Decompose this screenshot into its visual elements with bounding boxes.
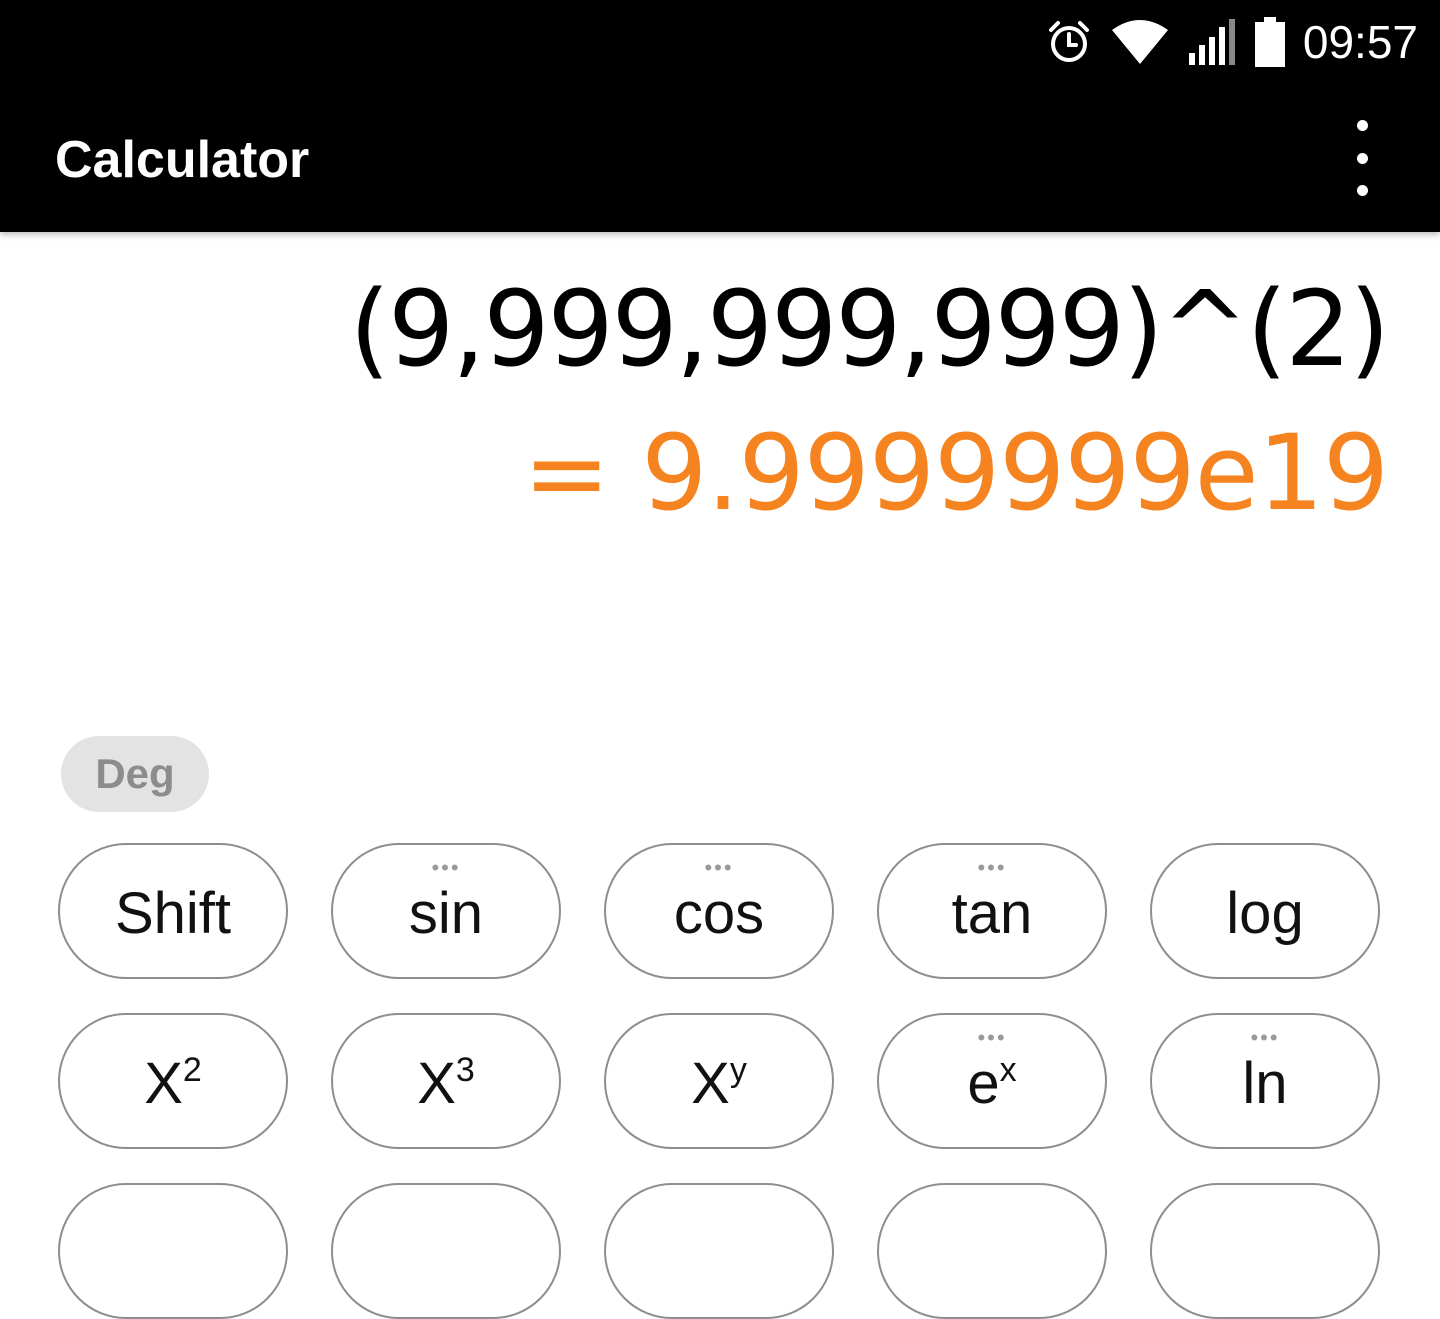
key-label: X3: [417, 1050, 475, 1117]
key-base: X: [417, 1050, 456, 1116]
signal-icon: [1188, 19, 1235, 65]
key-base: X: [691, 1050, 730, 1116]
log-button[interactable]: log: [1150, 843, 1380, 979]
menu-dot: [1356, 120, 1368, 131]
wifi-icon: [1111, 20, 1168, 64]
angle-mode-toggle[interactable]: Deg: [61, 736, 209, 812]
key-label: Xy: [691, 1050, 747, 1117]
key-label: Shift: [114, 880, 232, 946]
calculator-display: (9,999,999,999)^(2) = 9.9999999e19: [0, 232, 1440, 712]
keypad-button[interactable]: [58, 1183, 288, 1319]
key-superscript: x: [999, 1050, 1017, 1089]
more-functions-indicator: •••: [431, 855, 461, 880]
key-base: e: [967, 1050, 1000, 1116]
exp-button[interactable]: ••• ex: [877, 1013, 1107, 1149]
key-label: ln: [1242, 1050, 1287, 1117]
status-time: 09:57: [1302, 16, 1418, 68]
key-label: log: [1226, 880, 1304, 946]
shift-button[interactable]: Shift: [58, 843, 288, 979]
key-label: cos: [673, 880, 765, 946]
app-title: Calculator: [55, 131, 310, 189]
app-bar: Calculator: [0, 88, 1440, 232]
more-functions-indicator: •••: [704, 855, 734, 880]
more-functions-indicator: •••: [977, 855, 1007, 880]
keypad-button[interactable]: [877, 1183, 1107, 1319]
expression-display[interactable]: (9,999,999,999)^(2): [350, 268, 1390, 390]
keypad-button[interactable]: [604, 1183, 834, 1319]
key-label: ex: [967, 1050, 1016, 1117]
key-superscript: 3: [455, 1050, 475, 1089]
status-bar: 09:57: [0, 0, 1440, 88]
key-label: tan: [951, 880, 1033, 946]
more-functions-indicator: •••: [1250, 1025, 1280, 1050]
tan-button[interactable]: ••• tan: [877, 843, 1107, 979]
key-superscript: y: [729, 1050, 747, 1089]
key-base: ln: [1242, 1050, 1288, 1116]
status-icons: 09:57: [1045, 14, 1418, 70]
menu-dot: [1356, 152, 1368, 164]
result-display: = 9.9999999e19: [523, 412, 1389, 534]
battery-icon: [1254, 17, 1285, 67]
key-label: X2: [144, 1050, 202, 1117]
more-vert-icon[interactable]: [1334, 120, 1390, 196]
sin-button[interactable]: ••• sin: [331, 843, 561, 979]
key-superscript: 2: [182, 1050, 202, 1089]
cube-button[interactable]: X3: [331, 1013, 561, 1149]
ln-button[interactable]: ••• ln: [1150, 1013, 1380, 1149]
menu-dot: [1356, 185, 1368, 196]
key-base: X: [144, 1050, 183, 1116]
power-button[interactable]: Xy: [604, 1013, 834, 1149]
square-button[interactable]: X2: [58, 1013, 288, 1149]
more-functions-indicator: •••: [977, 1025, 1007, 1050]
key-label: sin: [408, 880, 484, 946]
keypad-button[interactable]: [331, 1183, 561, 1319]
alarm-icon: [1048, 21, 1089, 62]
cos-button[interactable]: ••• cos: [604, 843, 834, 979]
keypad-button[interactable]: [1150, 1183, 1380, 1319]
